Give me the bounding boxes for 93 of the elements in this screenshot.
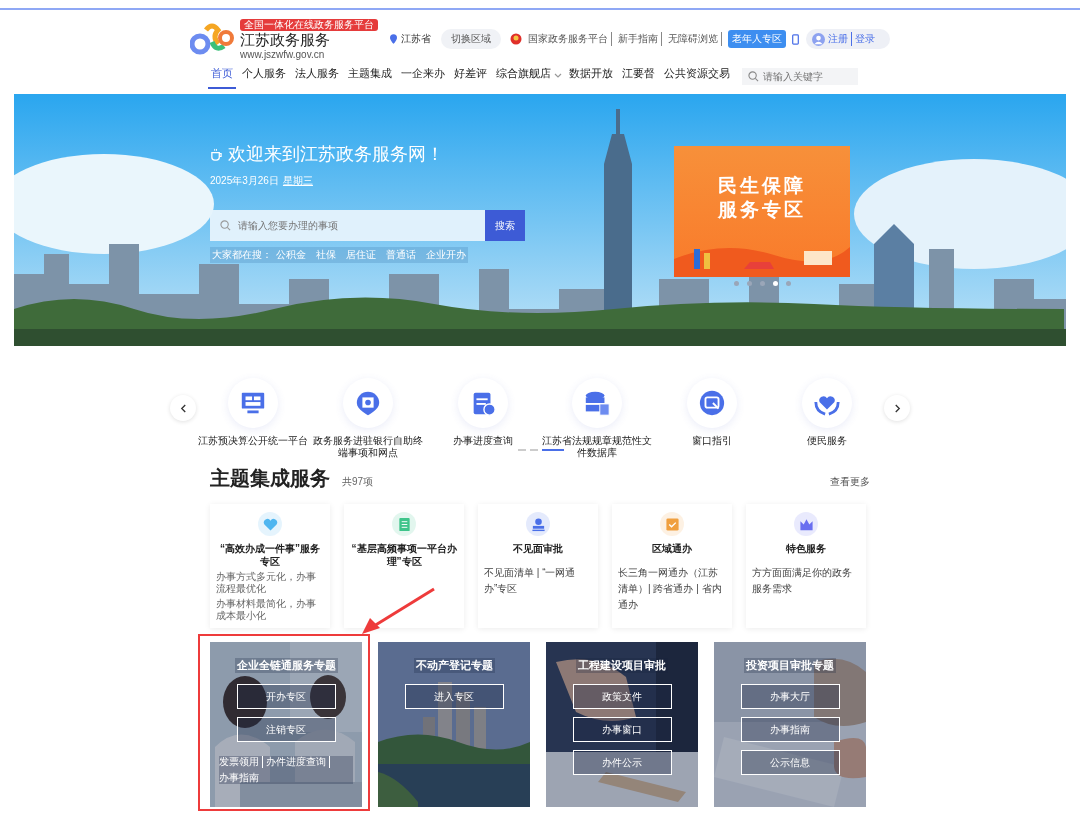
hot-search-label: 大家都在搜： xyxy=(212,248,272,262)
nav-tab[interactable]: 综合旗舰店 xyxy=(493,63,554,89)
nav-tab[interactable]: 江要督 xyxy=(619,63,658,89)
cursor-icon xyxy=(697,389,726,417)
topic-link[interactable]: 办件进度查询 xyxy=(266,756,330,768)
logo-icon[interactable] xyxy=(190,22,234,56)
header-link[interactable]: 新手指南 xyxy=(615,32,662,46)
emblem-icon xyxy=(510,33,522,45)
page-indicator[interactable] xyxy=(518,449,526,451)
card-description: 办事方式多元化，办事流程最优化 xyxy=(216,571,317,595)
card-title: 特色服务 xyxy=(786,542,826,555)
item-count: 共97项 xyxy=(342,475,374,489)
topic-title: 投资项目审批专题 xyxy=(744,658,836,673)
search-icon xyxy=(748,70,759,82)
location-pin-icon xyxy=(390,34,397,44)
user-icon xyxy=(812,32,825,46)
service-card[interactable]: 不见面审批 不见面清单 | “一网通办”专区 xyxy=(478,504,598,628)
nav-tab[interactable]: 一企来办 xyxy=(398,63,448,89)
service-card[interactable]: 区域通办 长三角一网通办（江苏清单）| 跨省通办 | 省内通办 xyxy=(612,504,732,628)
service-card[interactable]: “基层高频事项一平台办理”专区 xyxy=(344,504,464,628)
slide-dot[interactable] xyxy=(746,281,752,286)
nav-tab[interactable]: 首页 xyxy=(208,63,236,89)
service-shortcut[interactable]: 便民服务 xyxy=(770,378,883,459)
service-shortcut[interactable]: 江苏预决算公开统一平台 xyxy=(197,378,310,459)
slide-dot[interactable] xyxy=(772,281,778,286)
next-button[interactable] xyxy=(884,395,910,421)
topic-button[interactable]: 办件公示 xyxy=(572,750,672,775)
site-title: 江苏政务服务 xyxy=(240,30,331,49)
topic-button[interactable]: 办事指南 xyxy=(740,717,840,742)
slide-dot[interactable] xyxy=(785,281,791,286)
slide-dot[interactable] xyxy=(759,281,765,286)
nav-tab[interactable]: 主题集成 xyxy=(345,63,395,89)
card-description: 不见面清单 | “一网通办”专区 xyxy=(484,566,577,596)
section-title: 主题集成服务 xyxy=(210,466,330,491)
service-shortcut[interactable]: 政务服务进驻银行自助终端事项和网点 xyxy=(312,378,424,459)
topic-title: 不动产登记专题 xyxy=(413,658,495,673)
service-card[interactable]: “高效办成一件事”服务专区 办事方式多元化，办事流程最优化 办事材料最简化，办事成本最小化 xyxy=(210,504,330,628)
date-text: 2025年3月26日 xyxy=(210,174,279,188)
auth-link[interactable]: 登录 xyxy=(855,32,878,46)
topic-button[interactable]: 办事大厅 xyxy=(740,684,840,709)
card-title: “基层高频事项一平台办理”专区 xyxy=(350,542,458,568)
topic-button[interactable]: 办事窗口 xyxy=(572,717,672,742)
card-title: 区域通办 xyxy=(652,542,692,555)
topic-button[interactable]: 开办专区 xyxy=(236,684,336,709)
region-switch-button[interactable]: 切换区域 xyxy=(441,29,501,49)
topic-button[interactable]: 注销专区 xyxy=(236,717,336,742)
slide-dot[interactable] xyxy=(733,281,739,286)
previous-button[interactable] xyxy=(170,395,196,421)
chevron-left-icon xyxy=(179,403,187,413)
card-description: 方方面面满足你的政务服务需求 xyxy=(752,566,853,596)
topic-link[interactable]: 办事指南 xyxy=(219,772,262,784)
page-indicator[interactable] xyxy=(530,449,538,451)
header-link[interactable]: 无障碍浏览 xyxy=(665,32,722,46)
header-link[interactable]: 国家政务服务平台 xyxy=(525,32,612,46)
site-url: www.jszwfw.gov.cn xyxy=(240,48,326,60)
promo-title: 民生保障 xyxy=(718,174,806,198)
service-shortcut[interactable]: 江苏省法规规章规范性文件数据库 xyxy=(541,378,654,459)
nav-tab[interactable]: 公共资源交易 xyxy=(661,63,733,89)
topic-title: 工程建设项目审批 xyxy=(576,658,668,673)
nav-tab[interactable]: 个人服务 xyxy=(239,63,289,89)
topic-title: 企业全链通服务专题 xyxy=(234,658,338,673)
topic-button[interactable]: 公示信息 xyxy=(740,750,840,775)
service-card[interactable]: 特色服务 方方面面满足你的政务服务需求 xyxy=(746,504,866,628)
card-title: “高效办成一件事”服务专区 xyxy=(219,542,321,568)
card-description: 长三角一网通办（江苏清单）| 跨省通办 | 省内通办 xyxy=(618,566,723,612)
mobile-icon[interactable] xyxy=(792,33,799,45)
page-indicator[interactable] xyxy=(542,449,564,451)
search-icon xyxy=(220,220,231,231)
view-more-link[interactable]: 查看更多 xyxy=(830,475,870,489)
service-shortcut[interactable]: 窗口指引 xyxy=(655,378,768,459)
weekday-text: 星期三 xyxy=(282,174,313,188)
nav-tab[interactable]: 法人服务 xyxy=(292,63,342,89)
building-icon xyxy=(354,389,382,417)
nav-tab[interactable]: 好差评 xyxy=(451,63,490,89)
topic-link[interactable]: 发票领用 xyxy=(219,756,263,768)
card-title: 不见面审批 xyxy=(513,542,563,555)
auth-link[interactable]: 注册 xyxy=(828,32,852,46)
chevron-right-icon xyxy=(893,403,901,413)
database-icon xyxy=(583,389,612,417)
location-label: 江苏省 xyxy=(401,32,431,46)
nav-tab[interactable]: 数据开放 xyxy=(566,63,616,89)
platform-badge: 全国一体化在线政务服务平台 xyxy=(240,18,378,31)
caret-icon[interactable] xyxy=(554,72,562,78)
card-description: 办事材料最简化，办事成本最小化 xyxy=(216,598,317,622)
topic-button[interactable]: 进入专区 xyxy=(404,684,504,709)
cup-icon xyxy=(210,147,223,161)
welcome-title: 欢迎来到江苏政务服务网！ xyxy=(228,143,444,166)
promo-title: 服务专区 xyxy=(718,198,806,222)
search-field[interactable]: 请输入您要办理的事项 xyxy=(210,210,485,241)
search-button[interactable]: 搜索 xyxy=(485,210,525,241)
service-shortcut[interactable]: 办事进度查询 xyxy=(426,378,539,459)
topic-button[interactable]: 政策文件 xyxy=(572,684,672,709)
search-field[interactable]: 请输入关键字 xyxy=(742,67,858,85)
